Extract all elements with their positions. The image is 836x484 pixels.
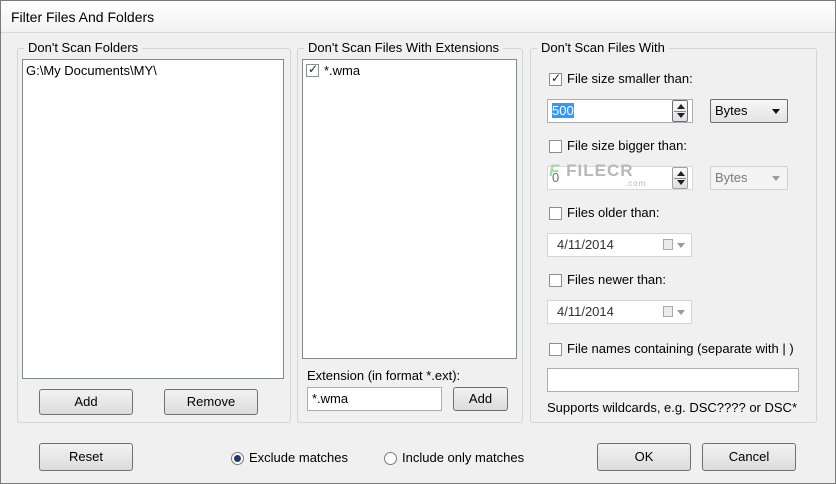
chevron-down-icon [772, 176, 780, 181]
watermark-f-icon: F [549, 161, 561, 180]
older-label: Files older than: [567, 205, 660, 220]
size-smaller-spinner[interactable] [672, 100, 688, 122]
size-smaller-unit-value: Bytes [715, 103, 748, 118]
extensions-group-label: Don't Scan Files With Extensions [304, 40, 504, 56]
exclude-matches-label: Exclude matches [249, 450, 348, 465]
folders-group-label: Don't Scan Folders [24, 40, 143, 56]
filter-dialog: Filter Files And Folders Don't Scan Fold… [0, 0, 836, 484]
size-bigger-label: File size bigger than: [567, 138, 687, 153]
newer-checkbox[interactable] [549, 274, 562, 287]
list-item[interactable]: G:\My Documents\MY\ [26, 63, 157, 78]
names-label: File names containing (separate with | ) [567, 341, 794, 356]
filecr-watermark-logo: F FILECR .com [549, 161, 645, 188]
calendar-icon[interactable] [663, 239, 673, 250]
newer-date-picker[interactable]: 4/11/2014 [547, 300, 692, 324]
extension-wma-checkbox[interactable] [306, 62, 319, 77]
watermark-text: FILECR [566, 161, 634, 180]
older-checkbox[interactable] [549, 207, 562, 220]
spinner-up-icon[interactable] [677, 104, 685, 109]
chevron-down-icon[interactable] [677, 310, 685, 315]
extension-input[interactable]: *.wma [307, 387, 442, 411]
size-smaller-unit-select[interactable]: Bytes [710, 99, 788, 123]
chevron-down-icon [772, 109, 780, 114]
dialog-title: Filter Files And Folders [11, 9, 155, 25]
spinner-divider [674, 178, 686, 179]
cancel-button[interactable]: Cancel [702, 443, 796, 471]
names-input[interactable] [547, 368, 799, 392]
spinner-down-icon[interactable] [677, 113, 685, 118]
exclude-matches-radio[interactable] [231, 452, 244, 465]
size-bigger-unit-select[interactable]: Bytes [710, 166, 788, 190]
calendar-icon[interactable] [663, 306, 673, 317]
include-matches-radio[interactable] [384, 452, 397, 465]
files-with-group-label: Don't Scan Files With [537, 40, 669, 56]
add-folder-button[interactable]: Add [39, 389, 133, 415]
list-item[interactable]: *.wma [324, 63, 360, 78]
older-date-value: 4/11/2014 [557, 237, 614, 252]
title-bar[interactable]: Filter Files And Folders [1, 1, 835, 33]
extensions-list[interactable]: *.wma [302, 59, 517, 359]
older-date-picker[interactable]: 4/11/2014 [547, 233, 692, 257]
size-bigger-checkbox[interactable] [549, 140, 562, 153]
names-checkbox[interactable] [549, 343, 562, 356]
reset-button[interactable]: Reset [39, 443, 133, 471]
chevron-down-icon[interactable] [677, 243, 685, 248]
folders-list[interactable]: G:\My Documents\MY\ [22, 59, 284, 379]
size-smaller-checkbox[interactable] [549, 71, 562, 86]
ok-button[interactable]: OK [597, 443, 691, 471]
spinner-down-icon[interactable] [677, 180, 685, 185]
watermark-sub: .com [625, 179, 647, 188]
remove-folder-button[interactable]: Remove [164, 389, 258, 415]
size-smaller-value: 500 [552, 103, 574, 118]
wildcards-hint: Supports wildcards, e.g. DSC???? or DSC* [547, 400, 798, 415]
size-bigger-spinner[interactable] [672, 167, 688, 189]
extension-format-label: Extension (in format *.ext): [307, 368, 461, 383]
include-matches-label: Include only matches [402, 450, 525, 465]
size-smaller-label: File size smaller than: [567, 71, 693, 86]
spinner-divider [674, 111, 686, 112]
newer-label: Files newer than: [567, 272, 666, 287]
newer-date-value: 4/11/2014 [557, 304, 614, 319]
add-extension-button[interactable]: Add [453, 387, 508, 411]
spinner-up-icon[interactable] [677, 171, 685, 176]
size-bigger-unit-value: Bytes [715, 170, 748, 185]
